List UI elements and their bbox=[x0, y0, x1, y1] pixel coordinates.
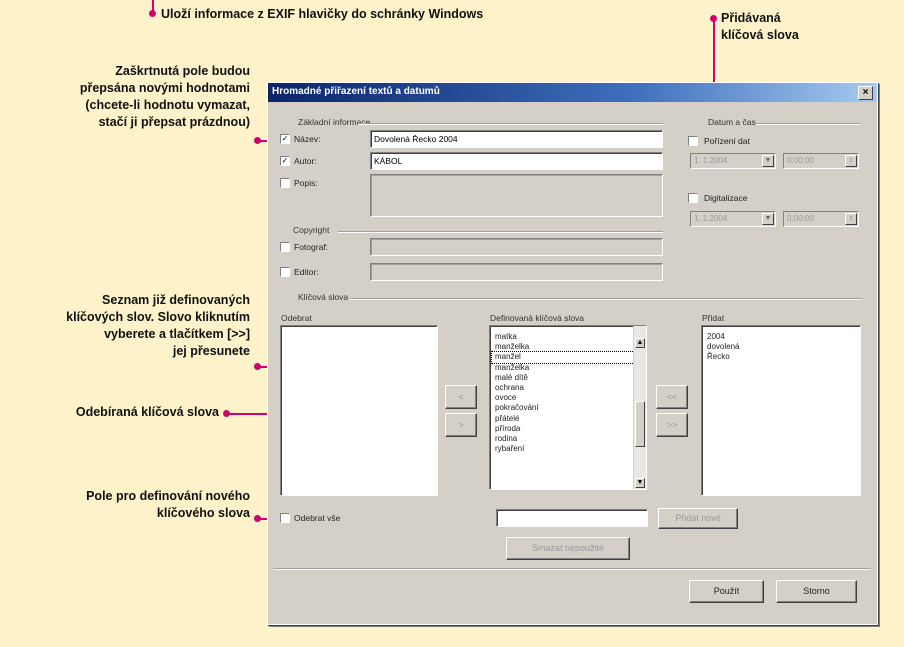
capture-date-label: Pořízení dat bbox=[704, 136, 750, 146]
editor-input[interactable] bbox=[370, 263, 663, 281]
add-list-label: Přidat bbox=[702, 313, 725, 323]
annotation-defined-keywords: Seznam již definovaných klíčových slov. … bbox=[66, 293, 250, 358]
digitization-time-value: 0:00:00 bbox=[787, 214, 814, 223]
move-button[interactable]: >> bbox=[656, 413, 688, 437]
spinner-icon[interactable]: ↕ bbox=[845, 155, 857, 167]
author-checkbox[interactable]: ✓ bbox=[280, 156, 290, 166]
scroll-down-icon[interactable]: ▼ bbox=[635, 478, 645, 488]
list-item[interactable]: ovoce bbox=[490, 393, 646, 403]
description-checkbox[interactable] bbox=[280, 178, 290, 188]
added-keywords-list[interactable]: 2004 dovolená Řecko bbox=[701, 325, 861, 496]
description-textarea[interactable] bbox=[370, 174, 663, 217]
list-item[interactable]: rybaření bbox=[490, 444, 646, 454]
list-item[interactable]: Řecko bbox=[702, 352, 860, 362]
annotation-checked-fields: Zaškrtnutá pole budou přepsána novými ho… bbox=[79, 64, 250, 129]
name-input[interactable]: Dovolená Řecko 2004 bbox=[370, 130, 663, 148]
group-divider bbox=[338, 231, 663, 232]
capture-time-value: 0:00:00 bbox=[787, 156, 814, 165]
author-input[interactable]: KÁBOL bbox=[370, 152, 663, 170]
digitization-label: Digitalizace bbox=[704, 193, 748, 203]
dialog-title: Hromadné přiřazení textů a datumů bbox=[272, 86, 440, 97]
remove-all-checkbox[interactable] bbox=[280, 513, 290, 523]
list-item[interactable]: dovolená bbox=[702, 342, 860, 352]
list-item[interactable]: malé dítě bbox=[490, 373, 646, 383]
group-divider bbox=[350, 298, 862, 299]
list-item[interactable]: ochrana bbox=[490, 383, 646, 393]
digitization-date-value: 1. 1.2004 bbox=[694, 214, 728, 223]
define-keyword-button[interactable]: Přidat nové bbox=[658, 508, 738, 529]
group-divider bbox=[358, 123, 663, 124]
removed-keywords-list[interactable] bbox=[280, 325, 438, 496]
close-icon[interactable]: × bbox=[858, 86, 873, 100]
capture-date-picker[interactable]: 1. 1.2004 ▼ bbox=[690, 153, 776, 169]
annotation-added-keywords: Přidávaná klíčová slova bbox=[721, 11, 799, 42]
spinner-icon[interactable]: ↕ bbox=[845, 213, 857, 225]
copyright-group-label: Copyright bbox=[293, 225, 330, 235]
list-item[interactable]: manželka bbox=[490, 363, 646, 373]
author-label: Autor: bbox=[294, 156, 317, 166]
dialog-titlebar: Hromadné přiřazení textů a datumů × bbox=[268, 83, 877, 102]
clear-unused-button[interactable]: Smazat nepoužité bbox=[506, 537, 630, 560]
ok-button[interactable]: Použít bbox=[689, 580, 764, 603]
name-label: Název: bbox=[294, 134, 321, 144]
cancel-button[interactable]: Storno bbox=[776, 580, 857, 603]
new-keyword-input[interactable] bbox=[496, 509, 648, 527]
editor-label: Editor: bbox=[294, 267, 319, 277]
capture-date-checkbox[interactable] bbox=[688, 136, 698, 146]
defined-list-label: Definovaná klíčová slova bbox=[490, 313, 585, 323]
description-label: Popis: bbox=[294, 178, 318, 188]
datetime-group-label: Datum a čas bbox=[708, 117, 756, 127]
photographer-label: Fotograf: bbox=[294, 242, 329, 252]
list-item[interactable]: 2004 bbox=[702, 332, 860, 342]
move-button[interactable]: > bbox=[445, 413, 477, 437]
annotation-new-keyword-field: Pole pro definování nového klíčového slo… bbox=[86, 489, 250, 520]
list-item[interactable]: pokračování bbox=[490, 403, 646, 413]
capture-date-value: 1. 1.2004 bbox=[694, 156, 728, 165]
annotation-removed-keywords: Odebíraná klíčová slova bbox=[75, 405, 219, 419]
chevron-down-icon[interactable]: ▼ bbox=[762, 213, 774, 225]
scroll-thumb[interactable] bbox=[635, 401, 645, 447]
list-item[interactable]: matka bbox=[490, 332, 646, 342]
batch-assign-dialog: Hromadné přiřazení textů a datumů × Zákl… bbox=[267, 82, 878, 625]
capture-time-picker[interactable]: 0:00:00 ↕ bbox=[783, 153, 859, 169]
digitization-time-picker[interactable]: 0:00:00 ↕ bbox=[783, 211, 859, 227]
list-item[interactable]: přátelé bbox=[490, 414, 646, 424]
defined-keywords-list[interactable]: matka manželka manžel manželka malé dítě… bbox=[489, 325, 647, 490]
photographer-checkbox[interactable] bbox=[280, 242, 290, 252]
remove-all-label: Odebrat vše bbox=[294, 513, 341, 523]
remove-list-label: Odebrat bbox=[281, 313, 312, 323]
chevron-down-icon[interactable]: ▼ bbox=[762, 155, 774, 167]
list-item[interactable]: rodina bbox=[490, 434, 646, 444]
list-item[interactable]: příroda bbox=[490, 424, 646, 434]
annotation-line bbox=[152, 0, 154, 12]
bottom-divider bbox=[273, 568, 871, 569]
list-item[interactable]: manželka bbox=[490, 342, 646, 352]
photographer-input[interactable] bbox=[370, 238, 663, 256]
basic-info-group-label: Základní informace bbox=[298, 117, 371, 127]
move-button[interactable]: << bbox=[656, 385, 688, 409]
scroll-up-icon[interactable]: ▲ bbox=[635, 338, 645, 348]
keywords-group-label: Klíčová slova bbox=[298, 292, 349, 302]
defined-list-scrollbar[interactable]: ▲ ▼ bbox=[633, 326, 646, 489]
list-item-selected[interactable]: manžel bbox=[491, 351, 643, 364]
annotation-exif-clipboard: Uloží informace z EXIF hlavičky do schrá… bbox=[161, 7, 484, 21]
digitization-date-picker[interactable]: 1. 1.2004 ▼ bbox=[690, 211, 776, 227]
digitization-checkbox[interactable] bbox=[688, 193, 698, 203]
editor-checkbox[interactable] bbox=[280, 267, 290, 277]
group-divider bbox=[756, 123, 861, 124]
move-button[interactable]: < bbox=[445, 385, 477, 409]
name-checkbox[interactable]: ✓ bbox=[280, 134, 290, 144]
